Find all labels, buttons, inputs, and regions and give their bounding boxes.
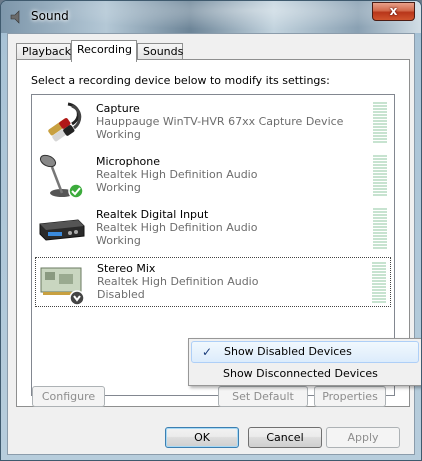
device-capture[interactable]: Capture Hauppauge WinTV-HVR 67xx Capture… (35, 98, 391, 148)
checkmark-icon: ✓ (202, 345, 213, 359)
menu-item-label: Show Disabled Devices (224, 345, 352, 358)
level-meter (373, 102, 387, 144)
menu-item-show-disconnected[interactable]: Show Disconnected Devices (191, 363, 419, 385)
device-description: Realtek High Definition Audio (96, 221, 258, 234)
device-status: Disabled (97, 288, 145, 301)
microphone-icon (39, 154, 84, 199)
menu-item-show-disabled[interactable]: ✓ Show Disabled Devices (191, 341, 419, 363)
apply-button[interactable]: Apply (326, 427, 400, 448)
tab-recording[interactable]: Recording (71, 40, 137, 62)
device-stereo-mix[interactable]: Stereo Mix Realtek High Definition Audio… (35, 257, 391, 307)
level-meter (372, 262, 386, 304)
device-description: Realtek High Definition Audio (96, 168, 258, 181)
rca-cable-icon (48, 102, 82, 142)
device-microphone[interactable]: Microphone Realtek High Definition Audio… (35, 151, 391, 201)
device-status: Working (96, 181, 141, 194)
title-bar[interactable]: Sound x (1, 1, 421, 33)
digital-input-icon (39, 219, 85, 241)
device-name: Capture (96, 102, 140, 115)
device-status: Working (96, 128, 141, 141)
configure-button[interactable]: Configure (32, 386, 105, 407)
device-name: Realtek Digital Input (96, 208, 209, 221)
close-icon: x (389, 4, 398, 18)
ok-button[interactable]: OK (165, 427, 239, 448)
properties-button[interactable]: Properties (314, 386, 386, 407)
speaker-icon (10, 10, 20, 24)
sound-card-icon (40, 267, 85, 306)
sound-dialog: Sound x Playback Recording Sounds Select… (0, 0, 422, 461)
device-name: Microphone (96, 155, 161, 168)
cancel-button[interactable]: Cancel (248, 427, 322, 448)
set-default-button[interactable]: Set Default (218, 386, 308, 407)
device-description: Realtek High Definition Audio (97, 275, 259, 288)
close-button[interactable]: x (372, 2, 415, 21)
device-digital-input[interactable]: Realtek Digital Input Realtek High Defin… (35, 204, 391, 254)
device-name: Stereo Mix (97, 262, 156, 275)
level-meter (373, 208, 387, 250)
dialog-body: Playback Recording Sounds Select a recor… (7, 33, 415, 455)
window-title: Sound (31, 9, 69, 23)
instruction-text: Select a recording device below to modif… (31, 74, 330, 87)
device-description: Hauppauge WinTV-HVR 67xx Capture Device (96, 115, 344, 128)
context-menu: ✓ Show Disabled Devices Show Disconnecte… (188, 338, 421, 386)
device-status: Working (96, 234, 141, 247)
level-meter (373, 155, 387, 197)
menu-item-label: Show Disconnected Devices (223, 367, 378, 380)
